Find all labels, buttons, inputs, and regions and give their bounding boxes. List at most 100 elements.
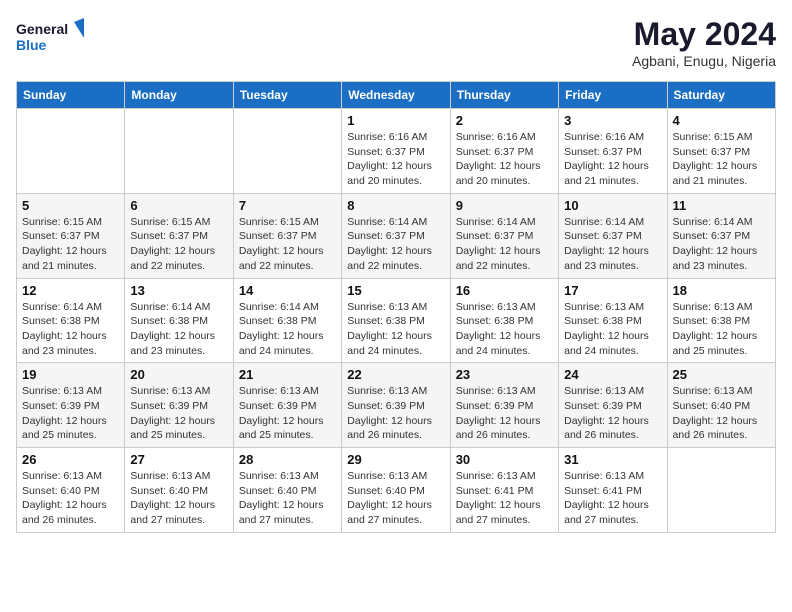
- weekday-header-wednesday: Wednesday: [342, 82, 450, 109]
- day-number: 21: [239, 367, 336, 382]
- day-info: Sunrise: 6:13 AMSunset: 6:38 PMDaylight:…: [673, 300, 770, 359]
- day-number: 23: [456, 367, 553, 382]
- day-cell: 2 Sunrise: 6:16 AMSunset: 6:37 PMDaylight…: [450, 109, 558, 194]
- day-info: Sunrise: 6:16 AMSunset: 6:37 PMDaylight:…: [347, 130, 444, 189]
- day-number: 11: [673, 198, 770, 213]
- weekday-header-sunday: Sunday: [17, 82, 125, 109]
- day-number: 31: [564, 452, 661, 467]
- day-number: 7: [239, 198, 336, 213]
- day-cell: 8Sunrise: 6:14 AMSunset: 6:37 PMDaylight…: [342, 193, 450, 278]
- day-cell: 22Sunrise: 6:13 AMSunset: 6:39 PMDayligh…: [342, 363, 450, 448]
- week-row-5: 26 Sunrise: 6:13 AMSunset: 6:40 PMDayligh…: [17, 448, 776, 533]
- logo: General Blue: [16, 16, 86, 56]
- day-number: 28: [239, 452, 336, 467]
- day-cell: 10 Sunrise: 6:14 AMSunset: 6:37 PMDayligh…: [559, 193, 667, 278]
- day-info: Sunrise: 6:14 AMSunset: 6:37 PMDaylight:…: [564, 215, 661, 274]
- day-cell: 19Sunrise: 6:13 AMSunset: 6:39 PMDayligh…: [17, 363, 125, 448]
- day-number: 18: [673, 283, 770, 298]
- week-row-1: 1 Sunrise: 6:16 AMSunset: 6:37 PMDaylight…: [17, 109, 776, 194]
- weekday-header-friday: Friday: [559, 82, 667, 109]
- weekday-header-saturday: Saturday: [667, 82, 775, 109]
- day-info: Sunrise: 6:13 AMSunset: 6:40 PMDaylight:…: [347, 469, 444, 528]
- day-number: 24: [564, 367, 661, 382]
- svg-text:Blue: Blue: [16, 37, 47, 53]
- day-number: 17: [564, 283, 661, 298]
- day-info: Sunrise: 6:16 AMSunset: 6:37 PMDaylight:…: [564, 130, 661, 189]
- day-cell: 13Sunrise: 6:14 AMSunset: 6:38 PMDayligh…: [125, 278, 233, 363]
- day-number: 20: [130, 367, 227, 382]
- day-info: Sunrise: 6:14 AMSunset: 6:38 PMDaylight:…: [22, 300, 119, 359]
- day-number: 30: [456, 452, 553, 467]
- day-info: Sunrise: 6:16 AMSunset: 6:37 PMDaylight:…: [456, 130, 553, 189]
- day-number: 4: [673, 113, 770, 128]
- day-cell: 5 Sunrise: 6:15 AMSunset: 6:37 PMDaylight…: [17, 193, 125, 278]
- day-info: Sunrise: 6:13 AMSunset: 6:40 PMDaylight:…: [130, 469, 227, 528]
- day-info: Sunrise: 6:13 AMSunset: 6:38 PMDaylight:…: [456, 300, 553, 359]
- day-number: 5: [22, 198, 119, 213]
- day-cell: 26 Sunrise: 6:13 AMSunset: 6:40 PMDayligh…: [17, 448, 125, 533]
- day-cell: [667, 448, 775, 533]
- day-number: 26: [22, 452, 119, 467]
- day-info: Sunrise: 6:13 AMSunset: 6:38 PMDaylight:…: [347, 300, 444, 359]
- day-cell: 1 Sunrise: 6:16 AMSunset: 6:37 PMDaylight…: [342, 109, 450, 194]
- day-cell: 17 Sunrise: 6:13 AMSunset: 6:38 PMDayligh…: [559, 278, 667, 363]
- day-info: Sunrise: 6:13 AMSunset: 6:41 PMDaylight:…: [456, 469, 553, 528]
- day-cell: 21 Sunrise: 6:13 AMSunset: 6:39 PMDayligh…: [233, 363, 341, 448]
- day-cell: 4 Sunrise: 6:15 AMSunset: 6:37 PMDaylight…: [667, 109, 775, 194]
- day-info: Sunrise: 6:14 AMSunset: 6:38 PMDaylight:…: [239, 300, 336, 359]
- day-cell: [17, 109, 125, 194]
- day-number: 22: [347, 367, 444, 382]
- day-info: Sunrise: 6:15 AMSunset: 6:37 PMDaylight:…: [239, 215, 336, 274]
- svg-text:General: General: [16, 21, 68, 37]
- day-number: 14: [239, 283, 336, 298]
- day-cell: 28 Sunrise: 6:13 AMSunset: 6:40 PMDayligh…: [233, 448, 341, 533]
- weekday-header-thursday: Thursday: [450, 82, 558, 109]
- day-cell: 30 Sunrise: 6:13 AMSunset: 6:41 PMDayligh…: [450, 448, 558, 533]
- day-cell: 20Sunrise: 6:13 AMSunset: 6:39 PMDayligh…: [125, 363, 233, 448]
- day-number: 9: [456, 198, 553, 213]
- day-number: 29: [347, 452, 444, 467]
- day-info: Sunrise: 6:15 AMSunset: 6:37 PMDaylight:…: [22, 215, 119, 274]
- weekday-header-tuesday: Tuesday: [233, 82, 341, 109]
- day-cell: 23Sunrise: 6:13 AMSunset: 6:39 PMDayligh…: [450, 363, 558, 448]
- day-info: Sunrise: 6:14 AMSunset: 6:38 PMDaylight:…: [130, 300, 227, 359]
- day-info: Sunrise: 6:14 AMSunset: 6:37 PMDaylight:…: [673, 215, 770, 274]
- day-cell: 27 Sunrise: 6:13 AMSunset: 6:40 PMDayligh…: [125, 448, 233, 533]
- page-header: General Blue May 2024 Agbani, Enugu, Nig…: [16, 16, 776, 69]
- week-row-2: 5 Sunrise: 6:15 AMSunset: 6:37 PMDaylight…: [17, 193, 776, 278]
- day-cell: 6 Sunrise: 6:15 AMSunset: 6:37 PMDaylight…: [125, 193, 233, 278]
- day-cell: [125, 109, 233, 194]
- day-number: 10: [564, 198, 661, 213]
- calendar: SundayMondayTuesdayWednesdayThursdayFrid…: [16, 81, 776, 533]
- day-cell: 15Sunrise: 6:13 AMSunset: 6:38 PMDayligh…: [342, 278, 450, 363]
- weekday-header-row: SundayMondayTuesdayWednesdayThursdayFrid…: [17, 82, 776, 109]
- day-info: Sunrise: 6:13 AMSunset: 6:38 PMDaylight:…: [564, 300, 661, 359]
- day-info: Sunrise: 6:13 AMSunset: 6:40 PMDaylight:…: [673, 384, 770, 443]
- day-number: 6: [130, 198, 227, 213]
- day-cell: 25 Sunrise: 6:13 AMSunset: 6:40 PMDayligh…: [667, 363, 775, 448]
- day-number: 19: [22, 367, 119, 382]
- day-info: Sunrise: 6:15 AMSunset: 6:37 PMDaylight:…: [673, 130, 770, 189]
- day-cell: 24Sunrise: 6:13 AMSunset: 6:39 PMDayligh…: [559, 363, 667, 448]
- day-cell: 16 Sunrise: 6:13 AMSunset: 6:38 PMDayligh…: [450, 278, 558, 363]
- logo-svg: General Blue: [16, 16, 86, 56]
- day-info: Sunrise: 6:14 AMSunset: 6:37 PMDaylight:…: [347, 215, 444, 274]
- day-info: Sunrise: 6:13 AMSunset: 6:41 PMDaylight:…: [564, 469, 661, 528]
- day-cell: 11 Sunrise: 6:14 AMSunset: 6:37 PMDayligh…: [667, 193, 775, 278]
- day-info: Sunrise: 6:13 AMSunset: 6:39 PMDaylight:…: [239, 384, 336, 443]
- weekday-header-monday: Monday: [125, 82, 233, 109]
- day-number: 2: [456, 113, 553, 128]
- location: Agbani, Enugu, Nigeria: [632, 53, 776, 69]
- day-info: Sunrise: 6:13 AMSunset: 6:40 PMDaylight:…: [239, 469, 336, 528]
- day-number: 1: [347, 113, 444, 128]
- day-number: 16: [456, 283, 553, 298]
- title-block: May 2024 Agbani, Enugu, Nigeria: [632, 16, 776, 69]
- month-title: May 2024: [632, 16, 776, 53]
- day-info: Sunrise: 6:15 AMSunset: 6:37 PMDaylight:…: [130, 215, 227, 274]
- day-cell: 14 Sunrise: 6:14 AMSunset: 6:38 PMDayligh…: [233, 278, 341, 363]
- day-info: Sunrise: 6:13 AMSunset: 6:40 PMDaylight:…: [22, 469, 119, 528]
- day-number: 25: [673, 367, 770, 382]
- day-number: 27: [130, 452, 227, 467]
- day-cell: 18 Sunrise: 6:13 AMSunset: 6:38 PMDayligh…: [667, 278, 775, 363]
- day-cell: 3Sunrise: 6:16 AMSunset: 6:37 PMDaylight…: [559, 109, 667, 194]
